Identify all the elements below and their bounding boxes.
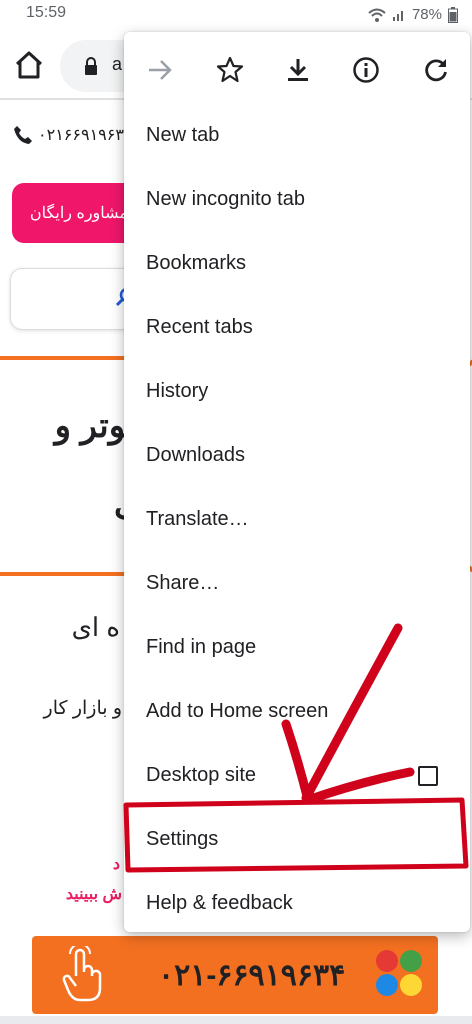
- hand-tap-icon: [62, 946, 102, 1002]
- lock-icon: [85, 57, 97, 75]
- info-icon[interactable]: [352, 56, 380, 84]
- menu-item-history[interactable]: History: [146, 380, 208, 403]
- star-icon[interactable]: [216, 56, 244, 84]
- menu-item-new-tab[interactable]: New tab: [146, 124, 219, 147]
- home-icon[interactable]: [12, 48, 46, 82]
- section-heading: ه ای: [71, 612, 120, 642]
- address-text[interactable]: a: [112, 54, 122, 75]
- call-banner[interactable]: ۰۲۱-۶۶۹۱۹۶۳۴: [32, 936, 438, 1014]
- status-icons: 78%: [368, 6, 458, 23]
- red-link-text[interactable]: ش ببینید: [66, 884, 122, 904]
- menu-item-recent-tabs[interactable]: Recent tabs: [146, 316, 253, 339]
- free-consult-label: مشاوره رایگان: [29, 205, 128, 222]
- menu-item-find-in-page[interactable]: Find in page: [146, 636, 256, 659]
- menu-item-add-to-home-screen[interactable]: Add to Home screen: [146, 700, 328, 723]
- overflow-menu: New tab New incognito tab Bookmarks Rece…: [124, 32, 470, 932]
- status-bar: 15:59 78%: [0, 0, 472, 34]
- menu-item-downloads[interactable]: Downloads: [146, 444, 245, 467]
- refresh-icon[interactable]: [422, 56, 450, 84]
- app-logo-icon: [376, 950, 424, 998]
- download-icon[interactable]: [284, 56, 312, 84]
- section-text: و بازار کار: [43, 698, 122, 719]
- phone-link[interactable]: ۰۲۱۶۶۹۱۹۶۳: [12, 124, 124, 146]
- bottom-strip: [0, 1016, 472, 1024]
- menu-item-desktop-site[interactable]: Desktop site: [146, 764, 256, 787]
- battery-icon: [448, 6, 458, 23]
- menu-item-translate[interactable]: Translate…: [146, 508, 249, 531]
- status-time: 15:59: [26, 4, 67, 21]
- signal-icon: [392, 10, 403, 21]
- phone-icon: [14, 126, 32, 144]
- menu-item-bookmarks[interactable]: Bookmarks: [146, 252, 246, 275]
- red-text-line1: د: [112, 856, 120, 873]
- battery-level: 78%: [411, 6, 442, 23]
- phone-number[interactable]: ۰۲۱۶۶۹۱۹۶۳: [38, 125, 124, 145]
- forward-icon[interactable]: [146, 56, 174, 84]
- desktop-site-checkbox[interactable]: [418, 766, 438, 786]
- menu-item-help-feedback[interactable]: Help & feedback: [146, 892, 293, 915]
- wifi-icon: [368, 8, 386, 22]
- menu-item-new-incognito-tab[interactable]: New incognito tab: [146, 188, 305, 211]
- call-number[interactable]: ۰۲۱-۶۶۹۱۹۶۳۴: [158, 958, 345, 993]
- menu-item-share[interactable]: Share…: [146, 572, 219, 595]
- menu-icon-row: [124, 32, 470, 108]
- menu-item-settings[interactable]: Settings: [146, 828, 218, 851]
